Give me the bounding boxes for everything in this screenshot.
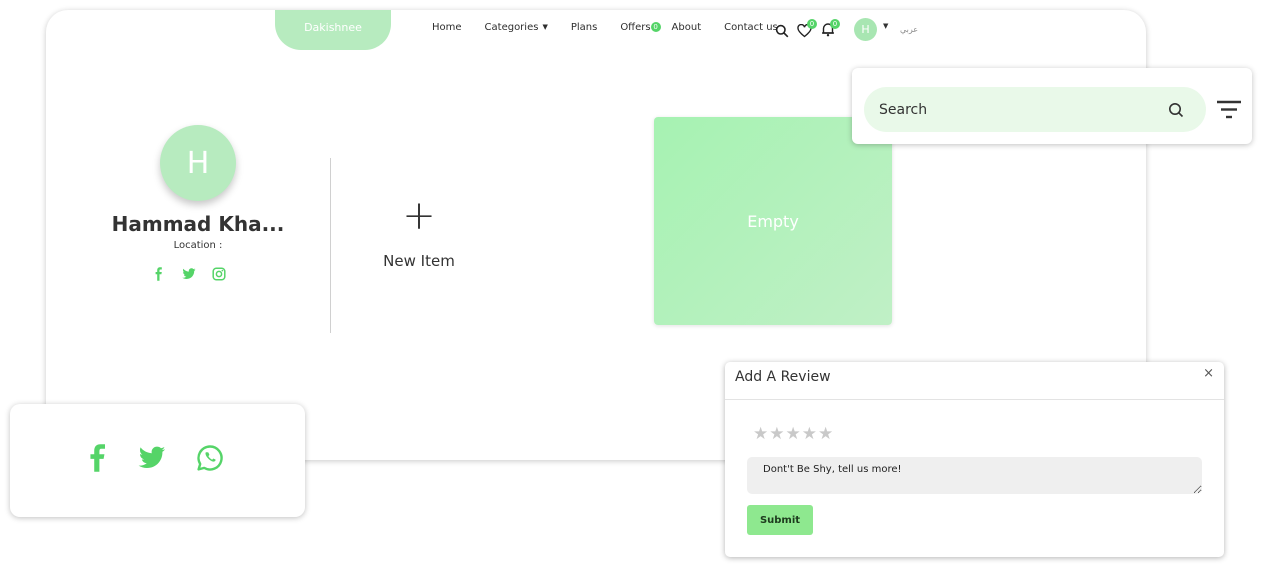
new-item-label: New Item [383, 252, 455, 270]
search-icon[interactable] [1168, 102, 1184, 122]
language-switch[interactable]: عربي [900, 25, 918, 34]
profile-location: Location : [173, 240, 223, 251]
new-item-button[interactable]: + New Item [368, 196, 470, 270]
whatsapp-icon[interactable] [196, 444, 224, 476]
add-review-modal: Add A Review × ★★★★★ Submit [725, 362, 1224, 557]
review-title: Add A Review [735, 369, 831, 385]
nav-home[interactable]: Home [432, 22, 462, 33]
nav-categories-label: Categories [484, 22, 539, 33]
wishlist-badge: 0 [807, 19, 817, 29]
chevron-down-icon: ▼ [542, 23, 548, 31]
nav-offers-label: Offers [620, 22, 651, 33]
user-avatar[interactable]: H [854, 18, 877, 41]
star-rating[interactable]: ★★★★★ [753, 424, 834, 444]
modal-divider [725, 399, 1224, 400]
brand-logo[interactable]: Dakishnee [275, 10, 391, 50]
page: Dakishnee Home Categories ▼ Plans Offers 0… [0, 0, 1262, 568]
top-nav: Home Categories ▼ Plans Offers 0 About Con… [432, 22, 801, 33]
share-icons [88, 444, 224, 476]
submit-button[interactable]: Submit [747, 505, 813, 535]
search-card [852, 68, 1252, 144]
nav-about[interactable]: About [672, 22, 702, 33]
profile-avatar: H [160, 125, 236, 201]
chevron-down-icon[interactable]: ▼ [883, 22, 888, 30]
profile-social-links [152, 266, 226, 285]
facebook-icon[interactable] [152, 266, 166, 285]
review-textarea[interactable] [747, 457, 1202, 494]
nav-contact[interactable]: Contact us [724, 22, 778, 33]
twitter-icon[interactable] [138, 446, 166, 474]
search-icon[interactable] [775, 23, 789, 42]
offers-badge: 0 [650, 22, 661, 32]
plus-icon: + [402, 193, 436, 239]
close-icon[interactable]: × [1203, 366, 1214, 381]
instagram-icon[interactable] [212, 266, 226, 285]
vertical-divider [330, 158, 331, 333]
nav-plans[interactable]: Plans [571, 22, 597, 33]
nav-categories[interactable]: Categories ▼ [485, 22, 548, 33]
filter-icon[interactable] [1216, 100, 1242, 124]
search-input[interactable] [864, 87, 1206, 132]
share-card [10, 404, 305, 517]
profile-name: Hammad Kha... [111, 212, 285, 236]
empty-item-card: Empty [654, 117, 892, 325]
nav-offers[interactable]: Offers 0 [620, 22, 661, 33]
twitter-icon[interactable] [182, 266, 196, 285]
facebook-icon[interactable] [88, 444, 108, 476]
notifications-badge: 0 [830, 19, 840, 29]
